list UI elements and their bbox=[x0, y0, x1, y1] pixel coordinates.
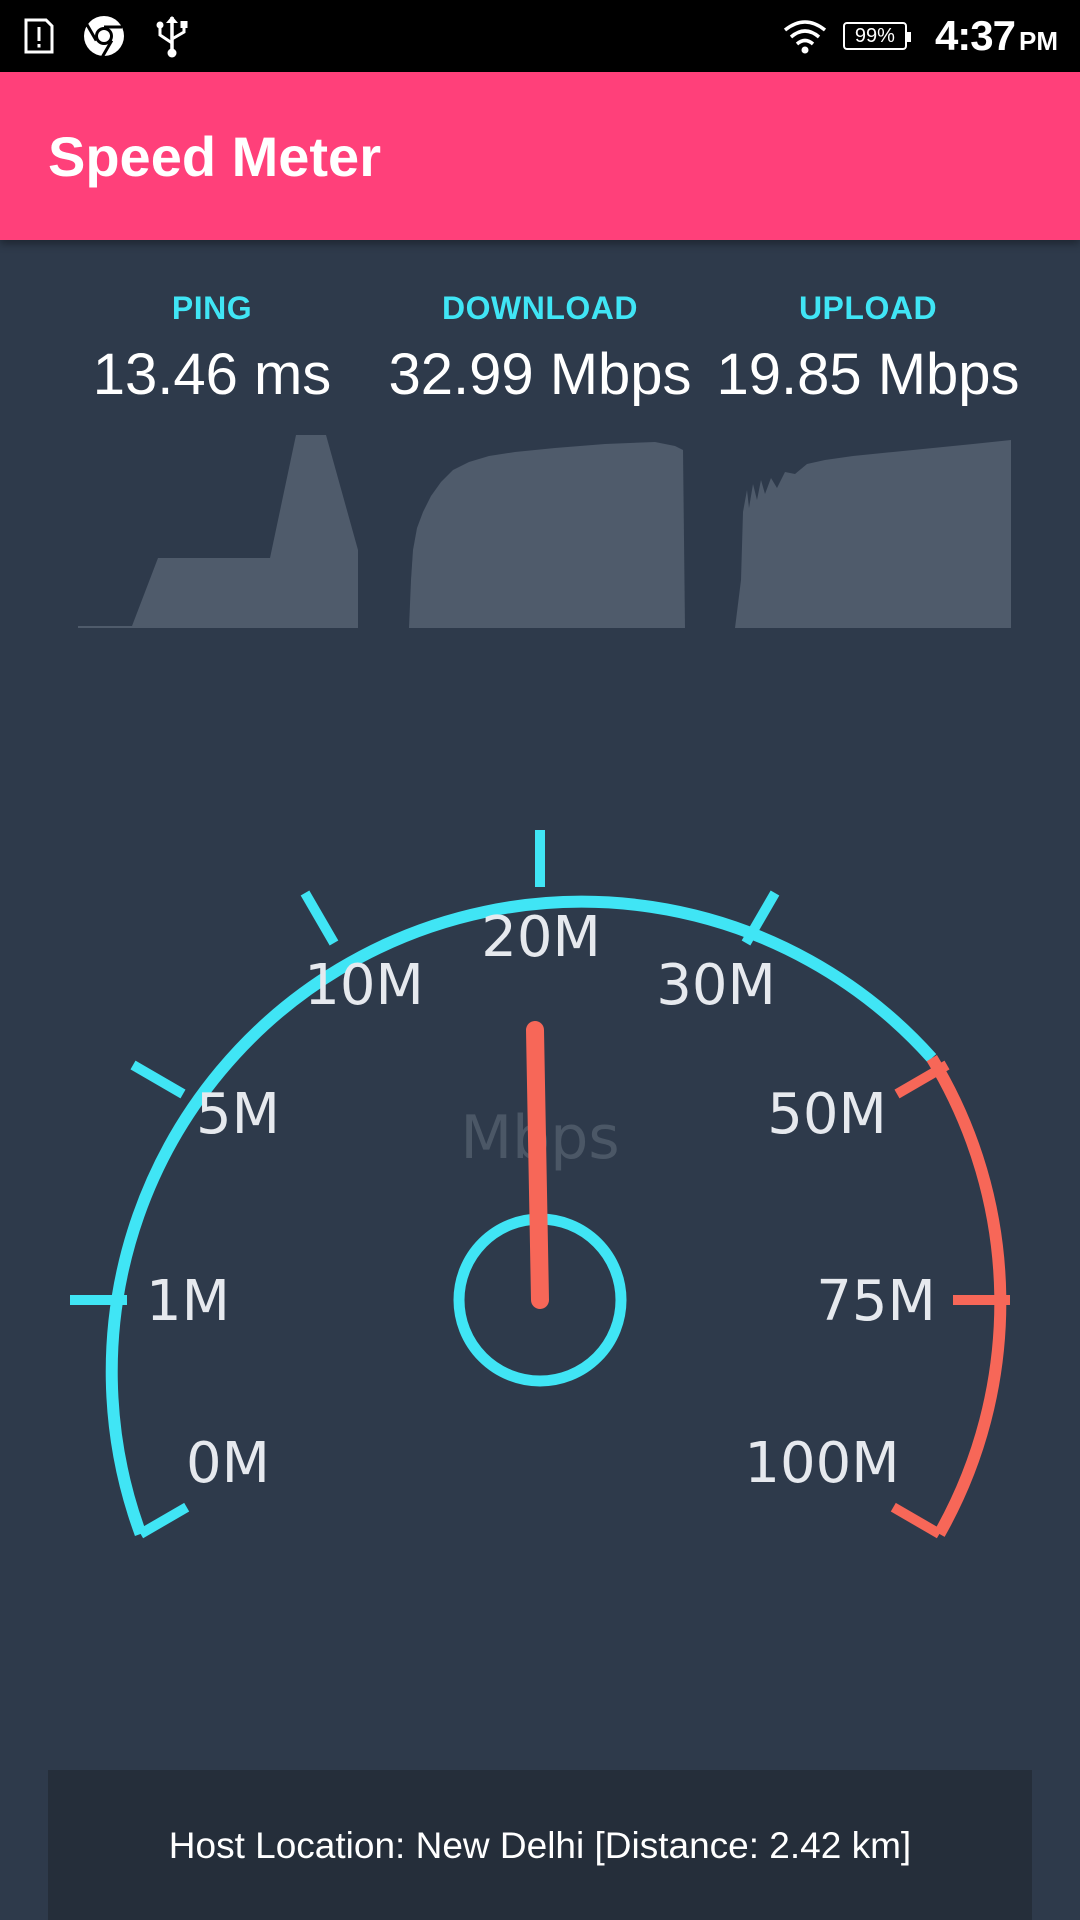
status-icons-left bbox=[22, 10, 192, 62]
upload-graph bbox=[735, 440, 1011, 628]
tick-5m bbox=[130, 1060, 186, 1099]
tick-label-75m: 75M bbox=[816, 1269, 936, 1334]
host-location-text: Host Location: New Delhi [Distance: 2.42… bbox=[168, 1825, 912, 1866]
status-icons-right: 99% 4:37 PM bbox=[781, 8, 1058, 64]
ping-label: PING bbox=[171, 290, 253, 326]
tick-10m bbox=[300, 890, 339, 946]
battery-percent: 99% bbox=[854, 24, 895, 47]
download-metric: DOWNLOAD 32.99 Mbps bbox=[375, 290, 705, 408]
download-label: DOWNLOAD bbox=[442, 290, 638, 326]
download-graph-area bbox=[409, 442, 685, 628]
chrome-icon bbox=[84, 16, 124, 58]
download-graph bbox=[409, 442, 685, 628]
tick-label-10m: 10M bbox=[304, 953, 424, 1018]
alert-icon bbox=[24, 18, 54, 54]
status-bar: 99% 4:37 PM bbox=[0, 0, 1080, 72]
tick-0m bbox=[138, 1502, 190, 1539]
tick-100m bbox=[890, 1502, 942, 1539]
tick-label-100m: 100M bbox=[744, 1431, 899, 1496]
battery-icon: 99% bbox=[842, 22, 911, 50]
tick-label-50m: 50M bbox=[767, 1082, 887, 1147]
app-bar: Speed Meter bbox=[0, 72, 1080, 240]
ping-value: 13.46 ms bbox=[92, 342, 332, 407]
clock-wrapper: 4:37 PM bbox=[935, 12, 1058, 60]
upload-value: 19.85 Mbps bbox=[716, 342, 1020, 407]
host-location-panel: Host Location: New Delhi [Distance: 2.42… bbox=[48, 1770, 1032, 1920]
tick-label-20m: 20M bbox=[481, 905, 601, 970]
upload-graph-area bbox=[735, 440, 1011, 628]
ping-graph bbox=[78, 435, 358, 628]
ping-graph-area bbox=[78, 435, 358, 628]
tick-label-0m: 0M bbox=[186, 1431, 270, 1496]
page-title: Speed Meter bbox=[48, 125, 381, 188]
tick-label-1m: 1M bbox=[146, 1269, 230, 1334]
usb-icon bbox=[156, 16, 188, 58]
speed-gauge: 0M 1M 5M 10M 20M 30M 50M 75M 100M Mbps bbox=[70, 830, 1010, 1539]
tick-label-30m: 30M bbox=[656, 953, 776, 1018]
wifi-icon bbox=[783, 20, 827, 54]
status-ampm: PM bbox=[1019, 26, 1058, 56]
upload-label: UPLOAD bbox=[798, 290, 938, 326]
ping-metric: PING 13.46 ms bbox=[47, 290, 377, 408]
download-value: 32.99 Mbps bbox=[388, 342, 692, 407]
gauge-needle bbox=[526, 1021, 549, 1309]
upload-metric: UPLOAD 19.85 Mbps bbox=[703, 290, 1033, 408]
status-time: 4:37 bbox=[934, 12, 1016, 59]
tick-label-5m: 5M bbox=[196, 1082, 280, 1147]
